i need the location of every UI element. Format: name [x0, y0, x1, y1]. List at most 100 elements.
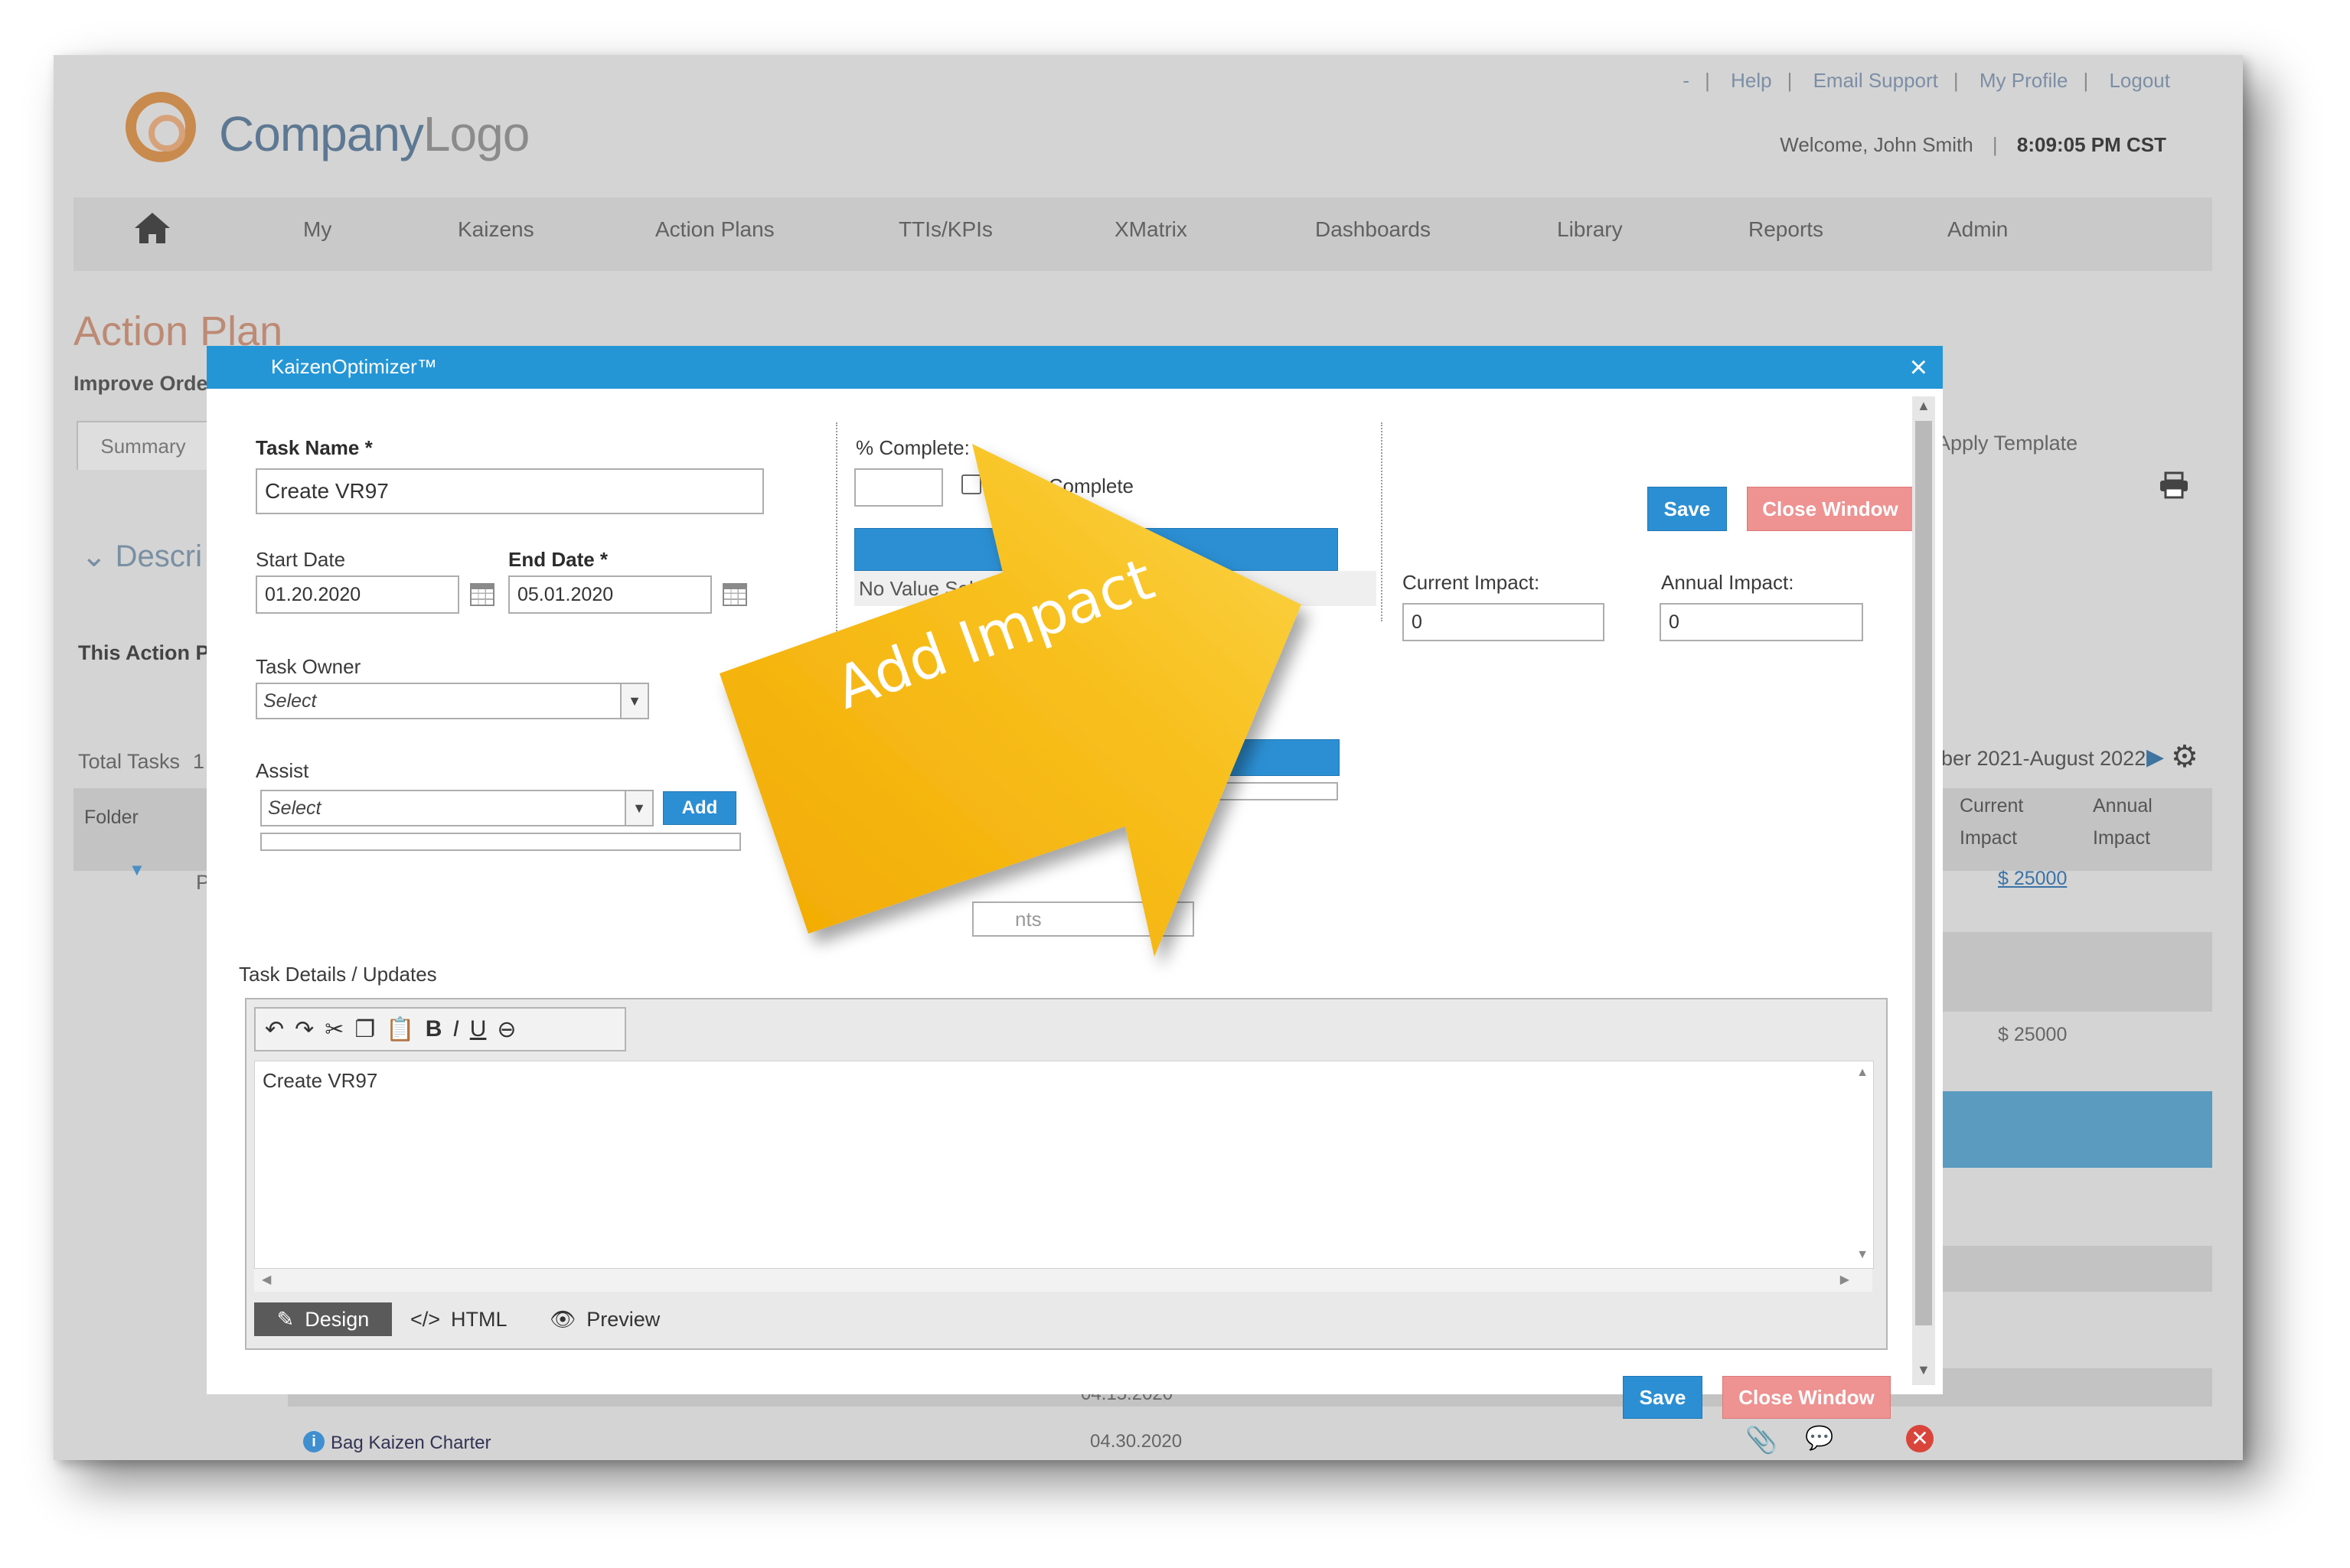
code-icon: </>	[410, 1307, 441, 1331]
assist-list[interactable]	[260, 833, 741, 851]
annual-impact-input[interactable]	[1660, 603, 1863, 641]
nav-action-plans[interactable]: Action Plans	[655, 217, 775, 242]
attachment-icon[interactable]: 📎	[1745, 1425, 1777, 1456]
copy-icon[interactable]: ❐	[354, 1016, 375, 1043]
modal-title: KaizenOptimizer™	[271, 355, 437, 378]
end-date-input[interactable]	[508, 575, 712, 614]
editor-content: Create VR97	[263, 1069, 378, 1092]
company-logo[interactable]: CompanyLogo	[219, 106, 530, 162]
gear-icon[interactable]: ⚙	[2171, 739, 2198, 774]
italic-icon[interactable]: I	[452, 1016, 459, 1042]
nav-library[interactable]: Library	[1557, 217, 1623, 242]
nav-dashboards[interactable]: Dashboards	[1315, 217, 1431, 242]
row-date-2: 04.30.2020	[1090, 1431, 1183, 1452]
row1-current-impact-link[interactable]: $ 25000	[1998, 868, 2067, 890]
task-name-label: Task Name *	[256, 436, 373, 459]
current-impact-input[interactable]	[1402, 603, 1604, 641]
my-profile-link[interactable]: My Profile	[1980, 69, 2068, 92]
undo-icon[interactable]: ↶	[265, 1016, 284, 1043]
row-bag-kaizen[interactable]: Bag Kaizen Charter	[331, 1433, 491, 1454]
link-icon[interactable]: ⊖	[497, 1016, 516, 1043]
add-impact-callout	[720, 444, 1301, 957]
scroll-right-icon[interactable]: ▶	[1840, 1272, 1849, 1287]
logo-suffix-text: Logo	[423, 106, 530, 161]
comment-add-icon[interactable]: 💬	[1805, 1425, 1833, 1452]
cut-icon[interactable]: ✂	[325, 1016, 344, 1043]
modal-close-icon[interactable]: ×	[1910, 350, 1927, 385]
redo-icon[interactable]: ↷	[295, 1016, 314, 1043]
nav-kaizens[interactable]: Kaizens	[458, 217, 534, 242]
selected-row[interactable]	[1943, 1091, 2212, 1168]
start-date-calendar-icon[interactable]	[470, 583, 494, 606]
html-mode-tab[interactable]: </> HTML	[410, 1302, 508, 1336]
assist-select[interactable]: Select ▼	[260, 790, 654, 826]
nav-xmatrix[interactable]: XMatrix	[1115, 217, 1187, 242]
scroll-down-icon[interactable]: ▼	[1917, 1362, 1931, 1378]
description-section[interactable]: ⌄ Descri	[81, 539, 202, 574]
nav-ttis-kpis[interactable]: TTIs/KPIs	[899, 217, 993, 242]
scroll-left-icon[interactable]: ◀	[262, 1272, 271, 1287]
html-mode-label: HTML	[451, 1307, 508, 1331]
save-button-top[interactable]: Save	[1647, 487, 1727, 531]
bold-icon[interactable]: B	[426, 1016, 442, 1042]
paste-icon[interactable]: 📋	[386, 1016, 414, 1043]
chevron-down-icon: ▼	[620, 684, 648, 718]
end-date-label: End Date *	[508, 548, 609, 571]
design-mode-tab[interactable]: ✎ Design	[254, 1302, 392, 1336]
callout-arrow-shape	[720, 444, 1301, 957]
top-links: - | Help | Email Support | My Profile | Logo…	[1683, 69, 2170, 92]
start-date-input[interactable]	[256, 575, 459, 614]
save-button-bottom[interactable]: Save	[1623, 1376, 1702, 1419]
table-row	[1943, 1246, 2212, 1292]
printer-icon[interactable]	[2159, 471, 2189, 503]
nav-admin[interactable]: Admin	[1947, 217, 2008, 242]
email-support-link[interactable]: Email Support	[1813, 69, 1938, 92]
description-section-label: Descri	[115, 540, 202, 573]
scroll-up-icon[interactable]: ▲	[1917, 398, 1931, 414]
table-row	[1943, 932, 2212, 1012]
pencil-icon: ✎	[276, 1307, 295, 1331]
chevron-down-icon: ▼	[625, 791, 652, 825]
eye-icon: 👁	[550, 1308, 576, 1331]
welcome-text: Welcome, John Smith	[1780, 133, 1973, 156]
next-range-icon[interactable]: ▶	[2146, 744, 2164, 771]
editor-scroll-up-icon[interactable]: ▲	[1856, 1066, 1869, 1080]
task-owner-value: Select	[263, 689, 317, 712]
expand-toggle-icon[interactable]: ▼	[129, 860, 145, 880]
modal-scrollbar-thumb[interactable]	[1915, 421, 1932, 1325]
current-impact-label: Current Impact:	[1402, 571, 1540, 594]
start-date-label: Start Date	[256, 548, 346, 571]
task-owner-select[interactable]: Select ▼	[256, 683, 649, 719]
logout-link[interactable]: Logout	[2109, 69, 2170, 92]
editor-hscrollbar[interactable]: ◀ ▶	[254, 1269, 1872, 1292]
tab-summary[interactable]: Summary	[77, 421, 210, 470]
design-mode-label: Design	[305, 1307, 370, 1331]
nav-my[interactable]: My	[303, 217, 331, 242]
clock-text: 8:09:05 PM CST	[2016, 133, 2166, 156]
close-window-button-top[interactable]: Close Window	[1747, 487, 1914, 531]
welcome-area: Welcome, John Smith | 8:09:05 PM CST	[1780, 133, 2166, 156]
editor-content-area[interactable]: Create VR97 ▲ ▼	[254, 1061, 1874, 1269]
home-icon[interactable]	[133, 211, 171, 253]
underline-icon[interactable]: U	[470, 1016, 487, 1042]
total-tasks-label: Total Tasks	[78, 750, 181, 773]
modal-header	[207, 346, 1943, 389]
close-window-button-bottom[interactable]: Close Window	[1722, 1376, 1891, 1419]
task-owner-label: Task Owner	[256, 655, 361, 678]
page-subtitle: Improve Orde	[73, 372, 208, 395]
task-name-input[interactable]	[256, 468, 764, 514]
nav-reports[interactable]: Reports	[1748, 217, 1823, 242]
apply-template-link[interactable]: Apply Template	[1937, 432, 2077, 455]
preview-mode-tab[interactable]: 👁 Preview	[550, 1302, 660, 1336]
delete-icon[interactable]: ✕	[1906, 1425, 1934, 1452]
column-divider	[1381, 422, 1382, 621]
top-link-dash: -	[1683, 69, 1690, 92]
assist-value: Select	[268, 797, 321, 819]
editor-scroll-down-icon[interactable]: ▼	[1856, 1248, 1869, 1262]
info-icon[interactable]: i	[303, 1431, 325, 1452]
col-current-impact: Current Impact	[1960, 795, 2024, 849]
editor-toolbar: ↶ ↷ ✂ ❐ 📋 B I U ⊖	[254, 1007, 626, 1051]
row2-current-impact: $ 25000	[1998, 1024, 2068, 1045]
help-link[interactable]: Help	[1731, 69, 1771, 92]
assist-label: Assist	[256, 759, 309, 782]
